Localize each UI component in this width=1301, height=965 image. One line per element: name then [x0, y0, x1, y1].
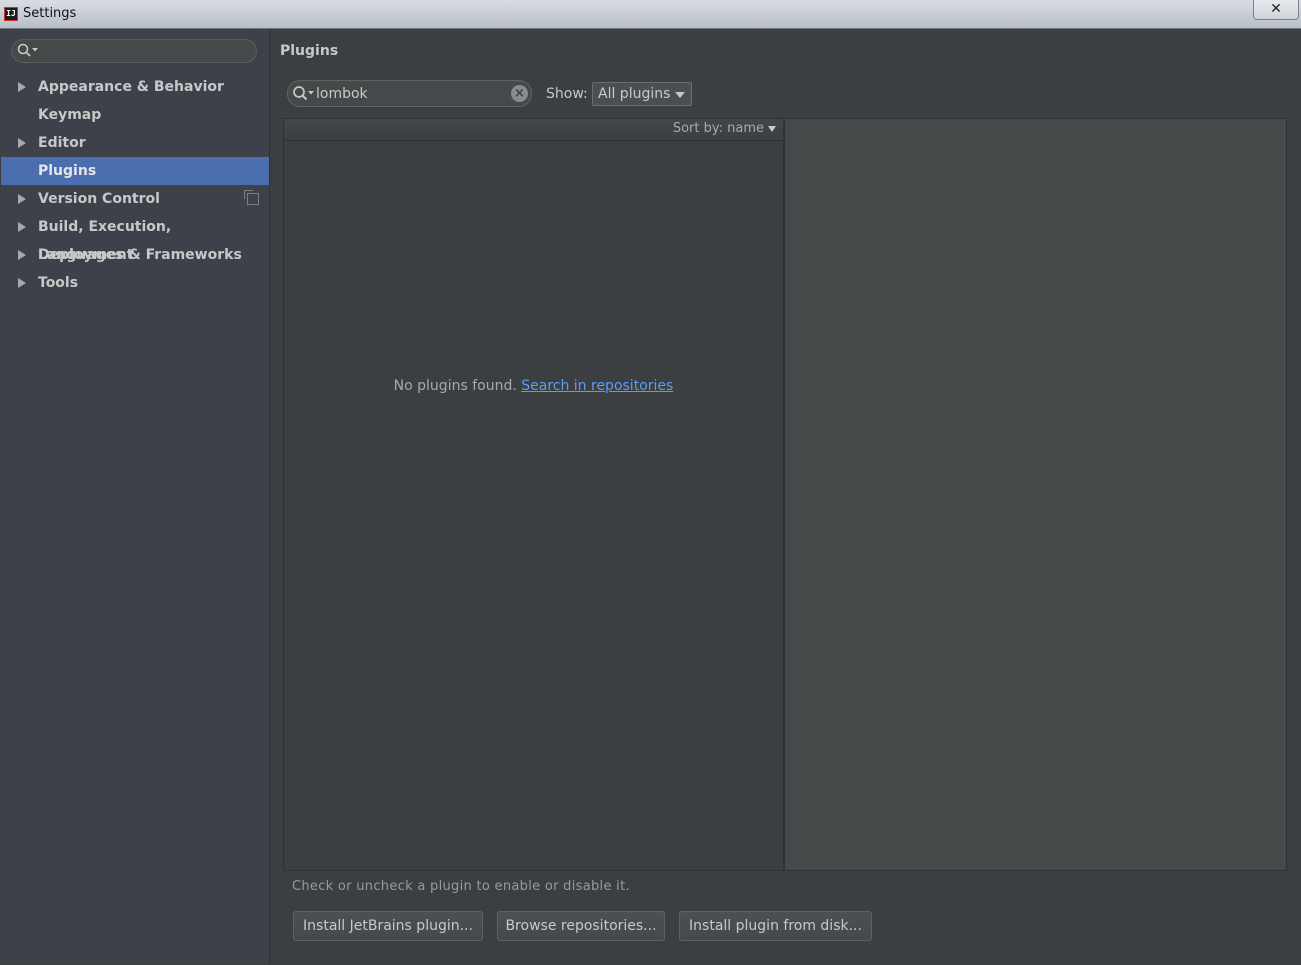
sidebar-item-label: Tools — [38, 275, 79, 291]
close-icon[interactable]: ✕ — [1253, 0, 1299, 20]
show-filter-value: All plugins — [598, 86, 671, 102]
app-icon: IJ — [4, 7, 18, 21]
expand-arrow-icon[interactable] — [18, 194, 26, 204]
sidebar-item-label: Keymap — [38, 107, 102, 123]
window-title: Settings — [23, 6, 77, 21]
browse-repositories-button[interactable]: Browse repositories... — [497, 911, 665, 941]
search-icon[interactable] — [292, 85, 316, 102]
install-plugin-from-disk-button[interactable]: Install plugin from disk... — [679, 911, 872, 941]
sort-button[interactable]: Sort by: name — [673, 121, 764, 136]
clear-icon[interactable]: × — [511, 85, 528, 102]
expand-arrow-icon[interactable] — [18, 250, 26, 260]
sidebar-item-version-control[interactable]: Version Control — [1, 185, 269, 213]
chevron-down-icon[interactable] — [768, 126, 776, 132]
sidebar-item-editor[interactable]: Editor — [1, 129, 269, 157]
sidebar-search-input[interactable] — [11, 39, 257, 63]
show-label: Show: — [546, 86, 588, 102]
expand-arrow-icon[interactable] — [18, 278, 26, 288]
plugin-search-input[interactable] — [316, 83, 506, 104]
sidebar-item-label: Editor — [38, 135, 86, 151]
plugin-search-field[interactable]: × — [287, 80, 532, 107]
sidebar-item-keymap[interactable]: Keymap — [1, 101, 269, 129]
plugin-details-panel — [784, 118, 1287, 871]
sidebar-item-appearance-behavior[interactable]: Appearance & Behavior — [1, 73, 269, 101]
hint-text: Check or uncheck a plugin to enable or d… — [292, 879, 630, 894]
settings-sidebar: Appearance & Behavior Keymap Editor Plug… — [1, 29, 270, 964]
plugin-list: Sort by: name No plugins found. Search i… — [283, 118, 784, 871]
sidebar-item-label: Version Control — [38, 191, 160, 207]
search-in-repositories-link[interactable]: Search in repositories — [521, 378, 673, 394]
sidebar-item-label: Plugins — [38, 163, 97, 179]
sidebar-item-label: Languages & Frameworks — [38, 247, 242, 263]
expand-arrow-icon[interactable] — [18, 138, 26, 148]
sidebar-item-tools[interactable]: Tools — [1, 269, 269, 297]
copy-icon — [244, 190, 259, 205]
empty-message: No plugins found. Search in repositories — [284, 378, 783, 394]
expand-arrow-icon[interactable] — [18, 222, 26, 232]
install-jetbrains-plugin-button[interactable]: Install JetBrains plugin... — [293, 911, 483, 941]
expand-arrow-icon[interactable] — [18, 82, 26, 92]
settings-tree: Appearance & Behavior Keymap Editor Plug… — [1, 73, 269, 297]
sidebar-item-label: Appearance & Behavior — [38, 79, 224, 95]
page-title: Plugins — [280, 43, 339, 59]
show-filter-dropdown[interactable]: All plugins — [592, 82, 692, 106]
sidebar-item-plugins[interactable]: Plugins — [1, 157, 269, 185]
plugin-list-header: Sort by: name — [284, 119, 783, 141]
plugins-page: Plugins × Show: All plugins Sort by: nam… — [270, 29, 1301, 965]
title-bar: IJ Settings ✕ — [0, 0, 1301, 29]
empty-text: No plugins found. — [393, 378, 522, 394]
chevron-down-icon — [675, 92, 685, 98]
sidebar-item-build-execution-deployment[interactable]: Build, Execution, Deployment — [1, 213, 269, 263]
sidebar-item-languages-frameworks[interactable]: Languages & Frameworks — [1, 241, 269, 269]
search-icon[interactable] — [17, 43, 39, 59]
